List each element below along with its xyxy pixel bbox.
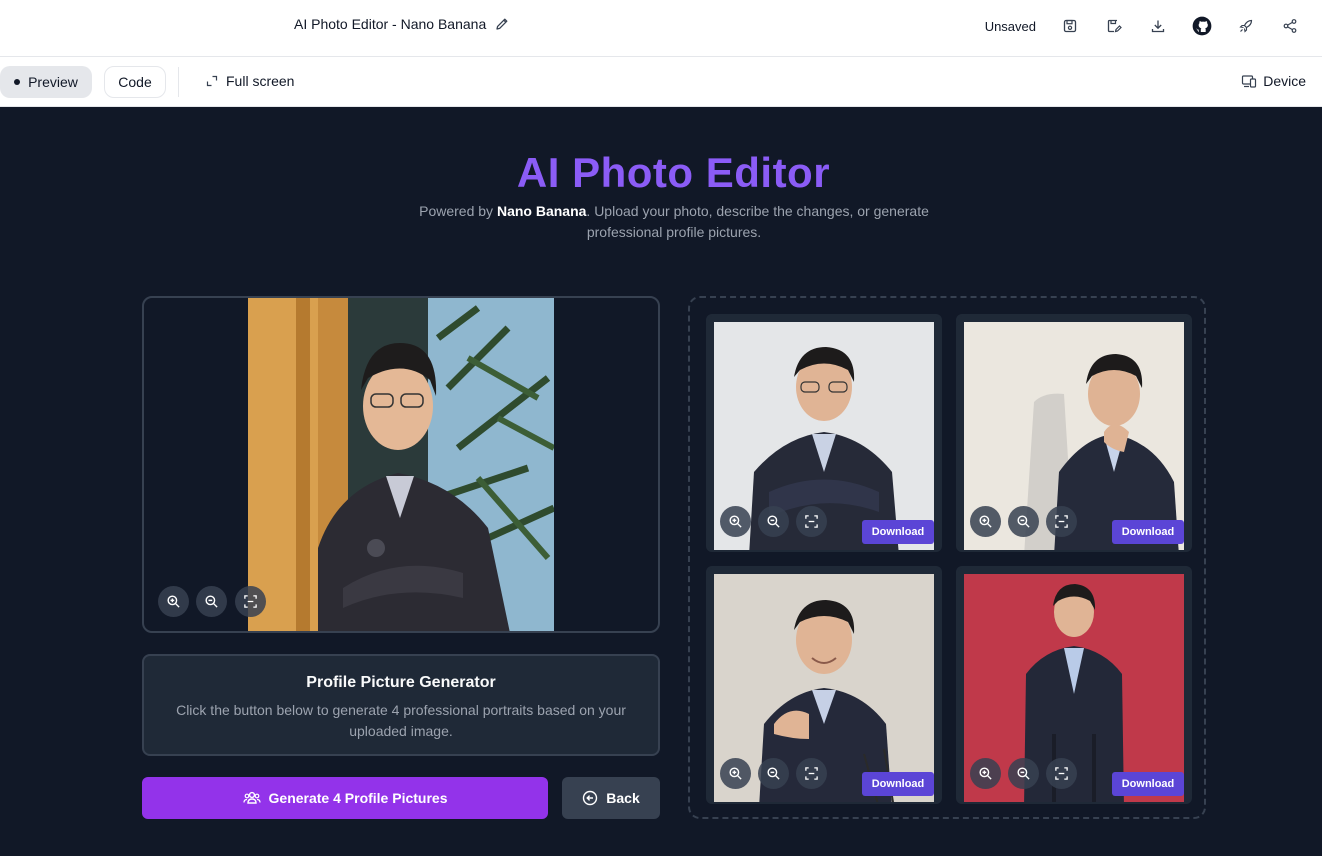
download-icon[interactable] bbox=[1136, 12, 1180, 40]
zoom-out-icon bbox=[767, 767, 780, 780]
page-title: AI Photo Editor bbox=[516, 149, 831, 196]
tab-preview[interactable]: Preview bbox=[0, 66, 92, 98]
divider bbox=[178, 67, 179, 97]
expand-icon bbox=[206, 75, 218, 87]
zoom-out-icon bbox=[1017, 515, 1030, 528]
tile-1-download-button[interactable]: Download bbox=[862, 520, 934, 544]
tile-2-download-button[interactable]: Download bbox=[1112, 520, 1184, 544]
zoom-out-icon bbox=[767, 515, 780, 528]
tile-3-reset-zoom-button[interactable] bbox=[796, 758, 827, 789]
uploaded-photo[interactable] bbox=[248, 298, 554, 633]
tile-4-download-button[interactable]: Download bbox=[1112, 772, 1184, 796]
tile-3-zoom-out-button[interactable] bbox=[758, 758, 789, 789]
generate-profile-pictures-button[interactable]: Generate 4 Profile Pictures bbox=[142, 777, 548, 819]
generator-description: Click the button below to generate 4 pro… bbox=[176, 702, 626, 739]
tab-code-label: Code bbox=[118, 74, 152, 90]
result-tile-2: Download bbox=[956, 314, 1192, 552]
users-icon bbox=[242, 791, 261, 804]
device-button[interactable]: Device bbox=[1241, 73, 1306, 89]
back-button[interactable]: Back bbox=[562, 777, 660, 819]
share-icon[interactable] bbox=[1268, 12, 1312, 40]
subtitle-prefix: Powered by bbox=[419, 203, 497, 219]
github-icon[interactable] bbox=[1180, 12, 1224, 40]
tile-3-download-button[interactable]: Download bbox=[862, 772, 934, 796]
tab-code[interactable]: Code bbox=[104, 66, 166, 98]
tile-1-zoom-out-button[interactable] bbox=[758, 506, 789, 537]
save-status: Unsaved bbox=[984, 18, 1036, 34]
device-label: Device bbox=[1263, 73, 1306, 89]
reset-view-icon bbox=[805, 767, 818, 780]
rocket-icon[interactable] bbox=[1224, 12, 1268, 40]
toolbar-actions: Unsaved bbox=[985, 12, 1312, 40]
fullscreen-label: Full screen bbox=[226, 73, 295, 89]
generator-heading: Profile Picture Generator bbox=[306, 674, 496, 691]
reset-zoom-button[interactable] bbox=[235, 586, 266, 617]
subtitle-brand: Nano Banana bbox=[496, 203, 587, 219]
result-tile-3: Download bbox=[706, 566, 942, 804]
tile-2-reset-zoom-button[interactable] bbox=[1046, 506, 1077, 537]
zoom-in-icon bbox=[979, 767, 992, 780]
zoom-out-icon bbox=[205, 595, 218, 608]
zoom-in-icon bbox=[729, 515, 742, 528]
generate-button-label: Generate 4 Profile Pictures bbox=[268, 790, 448, 806]
tile-4-zoom-out-button[interactable] bbox=[1008, 758, 1039, 789]
tile-3-zoom-in-button[interactable] bbox=[720, 758, 751, 789]
arrow-left-circle-icon bbox=[583, 790, 598, 806]
tile-2-zoom-out-button[interactable] bbox=[1008, 506, 1039, 537]
app-preview: AI Photo Editor Powered by Nano Banana. … bbox=[0, 107, 1322, 856]
fullscreen-button[interactable]: Full screen bbox=[206, 73, 294, 89]
pencil-icon[interactable] bbox=[494, 16, 510, 32]
reset-view-icon bbox=[1055, 515, 1068, 528]
zoom-in-button[interactable] bbox=[158, 586, 189, 617]
save-as-icon[interactable] bbox=[1092, 12, 1136, 40]
reset-view-icon bbox=[805, 515, 818, 528]
zoom-out-icon bbox=[1017, 767, 1030, 780]
result-tile-1: Download bbox=[706, 314, 942, 552]
subtitle-suffix: . Upload your photo, describe the change… bbox=[586, 203, 929, 240]
zoom-in-icon bbox=[729, 767, 742, 780]
tile-2-zoom-in-button[interactable] bbox=[970, 506, 1001, 537]
tile-1-zoom-in-button[interactable] bbox=[720, 506, 751, 537]
tab-preview-label: Preview bbox=[28, 74, 78, 90]
document-title-text: AI Photo Editor - Nano Banana bbox=[294, 16, 487, 32]
save-icon[interactable] bbox=[1048, 12, 1092, 40]
zoom-in-icon bbox=[979, 515, 992, 528]
document-title[interactable]: AI Photo Editor - Nano Banana bbox=[294, 16, 510, 32]
active-dot-icon bbox=[14, 79, 21, 85]
reset-view-icon bbox=[1055, 767, 1068, 780]
profile-generator-card: Profile Picture Generator Click the butt… bbox=[142, 654, 660, 756]
reset-view-icon bbox=[244, 595, 257, 608]
original-image-panel bbox=[142, 296, 660, 633]
top-bar: AI Photo Editor - Nano Banana Unsaved bbox=[0, 0, 1322, 57]
zoom-out-button[interactable] bbox=[196, 586, 227, 617]
device-icon bbox=[1242, 75, 1257, 88]
view-toolbar: Preview Code Full screen Device bbox=[0, 57, 1322, 107]
tile-1-reset-zoom-button[interactable] bbox=[796, 506, 827, 537]
tile-4-reset-zoom-button[interactable] bbox=[1046, 758, 1077, 789]
tile-4-zoom-in-button[interactable] bbox=[970, 758, 1001, 789]
back-button-label: Back bbox=[606, 790, 640, 806]
zoom-in-icon bbox=[167, 595, 180, 608]
result-tile-4: Download bbox=[956, 566, 1192, 804]
generated-results-grid: Download Download Download Download bbox=[688, 296, 1206, 819]
page-subtitle: Powered by Nano Banana. Upload your phot… bbox=[406, 201, 942, 243]
